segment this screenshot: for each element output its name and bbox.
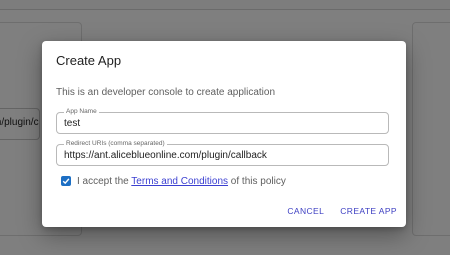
terms-link[interactable]: Terms and Conditions bbox=[131, 176, 228, 187]
create-app-dialog: Create App This is an developer console … bbox=[42, 41, 406, 227]
app-name-label: App Name bbox=[64, 108, 99, 116]
redirect-uris-label: Redirect URIs (comma separated) bbox=[64, 140, 167, 148]
consent-prefix: I accept the bbox=[77, 175, 132, 187]
redirect-uris-field[interactable]: Redirect URIs (comma separated) bbox=[56, 140, 389, 166]
app-name-input[interactable] bbox=[64, 118, 382, 130]
dialog-actions: CANCEL CREATE APP bbox=[287, 206, 397, 216]
dialog-title: Create App bbox=[56, 53, 122, 68]
app-name-field[interactable]: App Name bbox=[56, 108, 389, 134]
redirect-uris-input[interactable] bbox=[64, 150, 382, 162]
consent-text: I accept the Terms and Conditions of thi… bbox=[77, 176, 286, 187]
terms-checkbox[interactable] bbox=[61, 176, 71, 186]
checkmark-icon bbox=[62, 178, 70, 185]
cancel-button[interactable]: CANCEL bbox=[287, 206, 324, 216]
consent-row: I accept the Terms and Conditions of thi… bbox=[61, 174, 286, 188]
consent-suffix: of this policy bbox=[228, 175, 286, 187]
dialog-description: This is an developer console to create a… bbox=[56, 87, 276, 98]
create-app-button[interactable]: CREATE APP bbox=[340, 206, 397, 216]
